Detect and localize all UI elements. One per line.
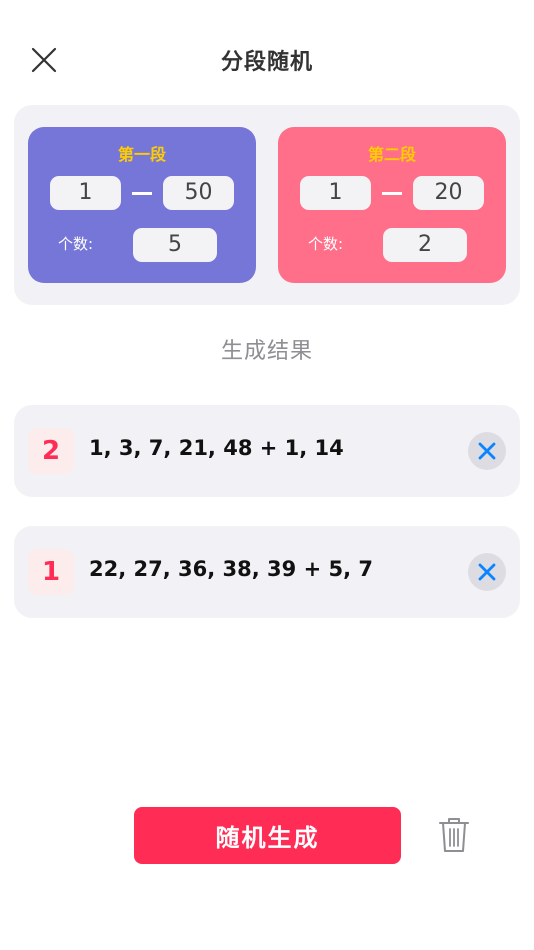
result-numbers: 1, 3, 7, 21, 48 + 1, 14 — [89, 436, 344, 460]
segment-title: 第二段 — [367, 145, 416, 164]
generate-button[interactable]: 随机生成 — [134, 807, 401, 864]
result-numbers: 22, 27, 36, 38, 39 + 5, 7 — [89, 557, 374, 581]
result-index-badge: 1 — [28, 549, 74, 595]
segment-1-max-input[interactable]: 50 — [163, 176, 234, 210]
segment-title: 第一段 — [117, 145, 166, 164]
segment-card-2: 第二段 1 20 个数: 2 — [278, 127, 506, 283]
result-index-badge: 2 — [28, 428, 74, 474]
segment-config-panel: 第一段 1 50 个数: 5 第二段 1 20 个数: 2 — [14, 105, 520, 305]
delete-result-button[interactable] — [468, 432, 506, 470]
segment-1-count-input[interactable]: 5 — [133, 228, 217, 262]
count-label: 个数: — [308, 235, 344, 253]
page-title: 分段随机 — [220, 50, 313, 75]
clear-all-button[interactable] — [436, 815, 472, 855]
segment-2-count-input[interactable]: 2 — [383, 228, 467, 262]
x-icon — [478, 442, 496, 460]
delete-result-button[interactable] — [468, 553, 506, 591]
segment-2-min-input[interactable]: 1 — [300, 176, 371, 210]
results-title: 生成结果 — [220, 339, 313, 364]
count-label: 个数: — [58, 235, 94, 253]
result-row: 1 22, 27, 36, 38, 39 + 5, 7 — [14, 526, 520, 618]
result-row: 2 1, 3, 7, 21, 48 + 1, 14 — [14, 405, 520, 497]
segment-2-max-input[interactable]: 20 — [413, 176, 484, 210]
header: 分段随机 — [0, 0, 534, 110]
segment-1-min-input[interactable]: 1 — [50, 176, 121, 210]
range-dash — [382, 192, 402, 195]
trash-icon — [439, 818, 469, 852]
range-dash — [132, 192, 152, 195]
x-icon — [478, 563, 496, 581]
segment-card-1: 第一段 1 50 个数: 5 — [28, 127, 256, 283]
